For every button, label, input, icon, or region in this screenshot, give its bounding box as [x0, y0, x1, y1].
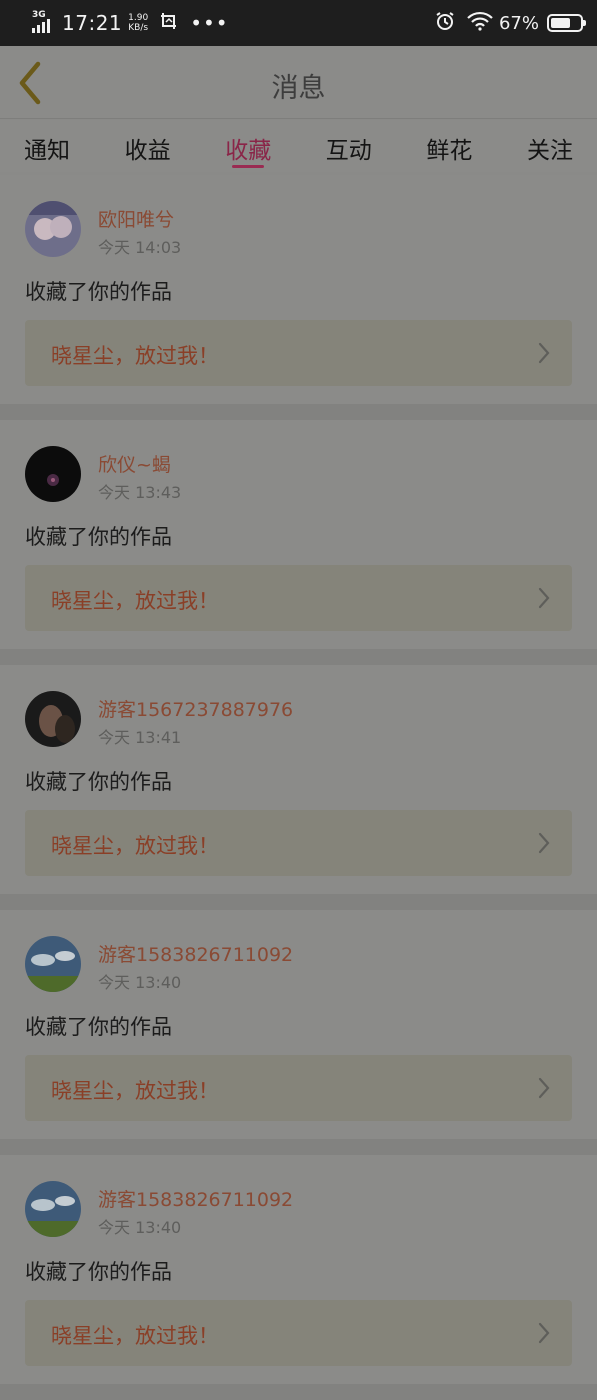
battery-icon [547, 14, 586, 32]
tab-label: 收益 [124, 138, 171, 164]
chevron-right-icon [538, 1322, 550, 1348]
work-title: 晓星尘，放过我！ [51, 1079, 219, 1103]
message-list: 欧阳唯兮 今天 14:03 收藏了你的作品 晓星尘，放过我！ 欣仪~蝎 今天 13:43 收… [0, 175, 597, 1400]
action-text: 收藏了你的作品 [25, 525, 172, 549]
clock: 17:21 [62, 11, 123, 35]
message-time: 今天 13:40 [98, 1218, 182, 1237]
more-dots-icon: ••• [190, 11, 229, 35]
battery-percent: 67% [498, 12, 539, 34]
work-title: 晓星尘，放过我！ [51, 834, 219, 858]
tab-favorites[interactable]: 收藏 [225, 120, 271, 172]
username[interactable]: 游客1567237887976 [98, 695, 293, 722]
status-bar: 3G 17:21 1.90 KB/s ••• 67% [0, 0, 597, 46]
message-time: 今天 14:03 [98, 238, 182, 257]
active-tab-indicator [232, 165, 265, 168]
screenshot-icon [160, 12, 178, 34]
page-title: 消息 [271, 73, 326, 104]
tab-label: 互动 [325, 138, 372, 164]
tab-earnings[interactable]: 收益 [125, 120, 171, 172]
tab-label: 关注 [526, 138, 573, 164]
username[interactable]: 欧阳唯兮 [98, 205, 174, 232]
message-time: 今天 13:43 [98, 483, 182, 502]
action-text: 收藏了你的作品 [25, 1015, 172, 1039]
divider [0, 1384, 597, 1400]
message-card: 游客1583826711092 今天 13:40 收藏了你的作品晓星尘，放过我！ [0, 1155, 597, 1384]
tab-interaction[interactable]: 互动 [326, 120, 372, 172]
tab-follow[interactable]: 关注 [527, 120, 573, 172]
wifi-icon [467, 11, 493, 35]
sky-field-avatar[interactable] [25, 1181, 81, 1237]
action-text: 收藏了你的作品 [25, 770, 172, 794]
divider [0, 649, 597, 665]
tab-flowers[interactable]: 鲜花 [426, 120, 472, 172]
network-speed: 1.90 KB/s [128, 13, 149, 33]
chevron-right-icon [538, 587, 550, 613]
nav-bar: 消息 [0, 46, 597, 119]
chevron-right-icon [538, 1077, 550, 1103]
tab-label: 鲜花 [426, 138, 473, 164]
work-link[interactable]: 晓星尘，放过我！ [25, 810, 572, 876]
message-time: 今天 13:41 [98, 728, 182, 747]
message-card: 欧阳唯兮今天 14:03 收藏了你的作品晓星尘，放过我！ [0, 175, 597, 404]
username[interactable]: 欣仪~蝎 [98, 450, 171, 477]
portrait-avatar[interactable] [25, 691, 81, 747]
divider [0, 404, 597, 420]
tab-notify[interactable]: 通知 [24, 120, 70, 172]
tab-bar: 通知 收益 收藏 互动 鲜花 关注 [0, 120, 597, 172]
divider [0, 894, 597, 910]
message-time: 今天 13:40 [98, 973, 182, 992]
work-link[interactable]: 晓星尘，放过我！ [25, 565, 572, 631]
cellular-signal-icon: 3G [32, 10, 56, 33]
tab-label: 收藏 [225, 138, 272, 164]
chevron-right-icon [538, 342, 550, 368]
night-scene-avatar[interactable] [25, 446, 81, 502]
work-title: 晓星尘，放过我！ [51, 1324, 219, 1348]
sky-field-avatar[interactable] [25, 936, 81, 992]
alarm-icon [435, 11, 455, 35]
work-title: 晓星尘，放过我！ [51, 344, 219, 368]
action-text: 收藏了你的作品 [25, 1260, 172, 1284]
message-card: 欣仪~蝎今天 13:43 收藏了你的作品晓星尘，放过我！ [0, 420, 597, 649]
action-text: 收藏了你的作品 [25, 280, 172, 304]
couple-photo-avatar[interactable] [25, 201, 81, 257]
username[interactable]: 游客1583826711092 [98, 940, 293, 967]
divider [0, 1139, 597, 1155]
message-card: 游客1567237887976 今天 13:41 收藏了你的作品晓星尘，放过我！ [0, 665, 597, 894]
tab-label: 通知 [24, 138, 70, 164]
work-link[interactable]: 晓星尘，放过我！ [25, 1300, 572, 1366]
work-link[interactable]: 晓星尘，放过我！ [25, 1055, 572, 1121]
work-link[interactable]: 晓星尘，放过我！ [25, 320, 572, 386]
message-card: 游客1583826711092 今天 13:40 收藏了你的作品晓星尘，放过我！ [0, 910, 597, 1139]
username[interactable]: 游客1583826711092 [98, 1185, 293, 1212]
work-title: 晓星尘，放过我！ [51, 589, 219, 613]
chevron-right-icon [538, 832, 550, 858]
